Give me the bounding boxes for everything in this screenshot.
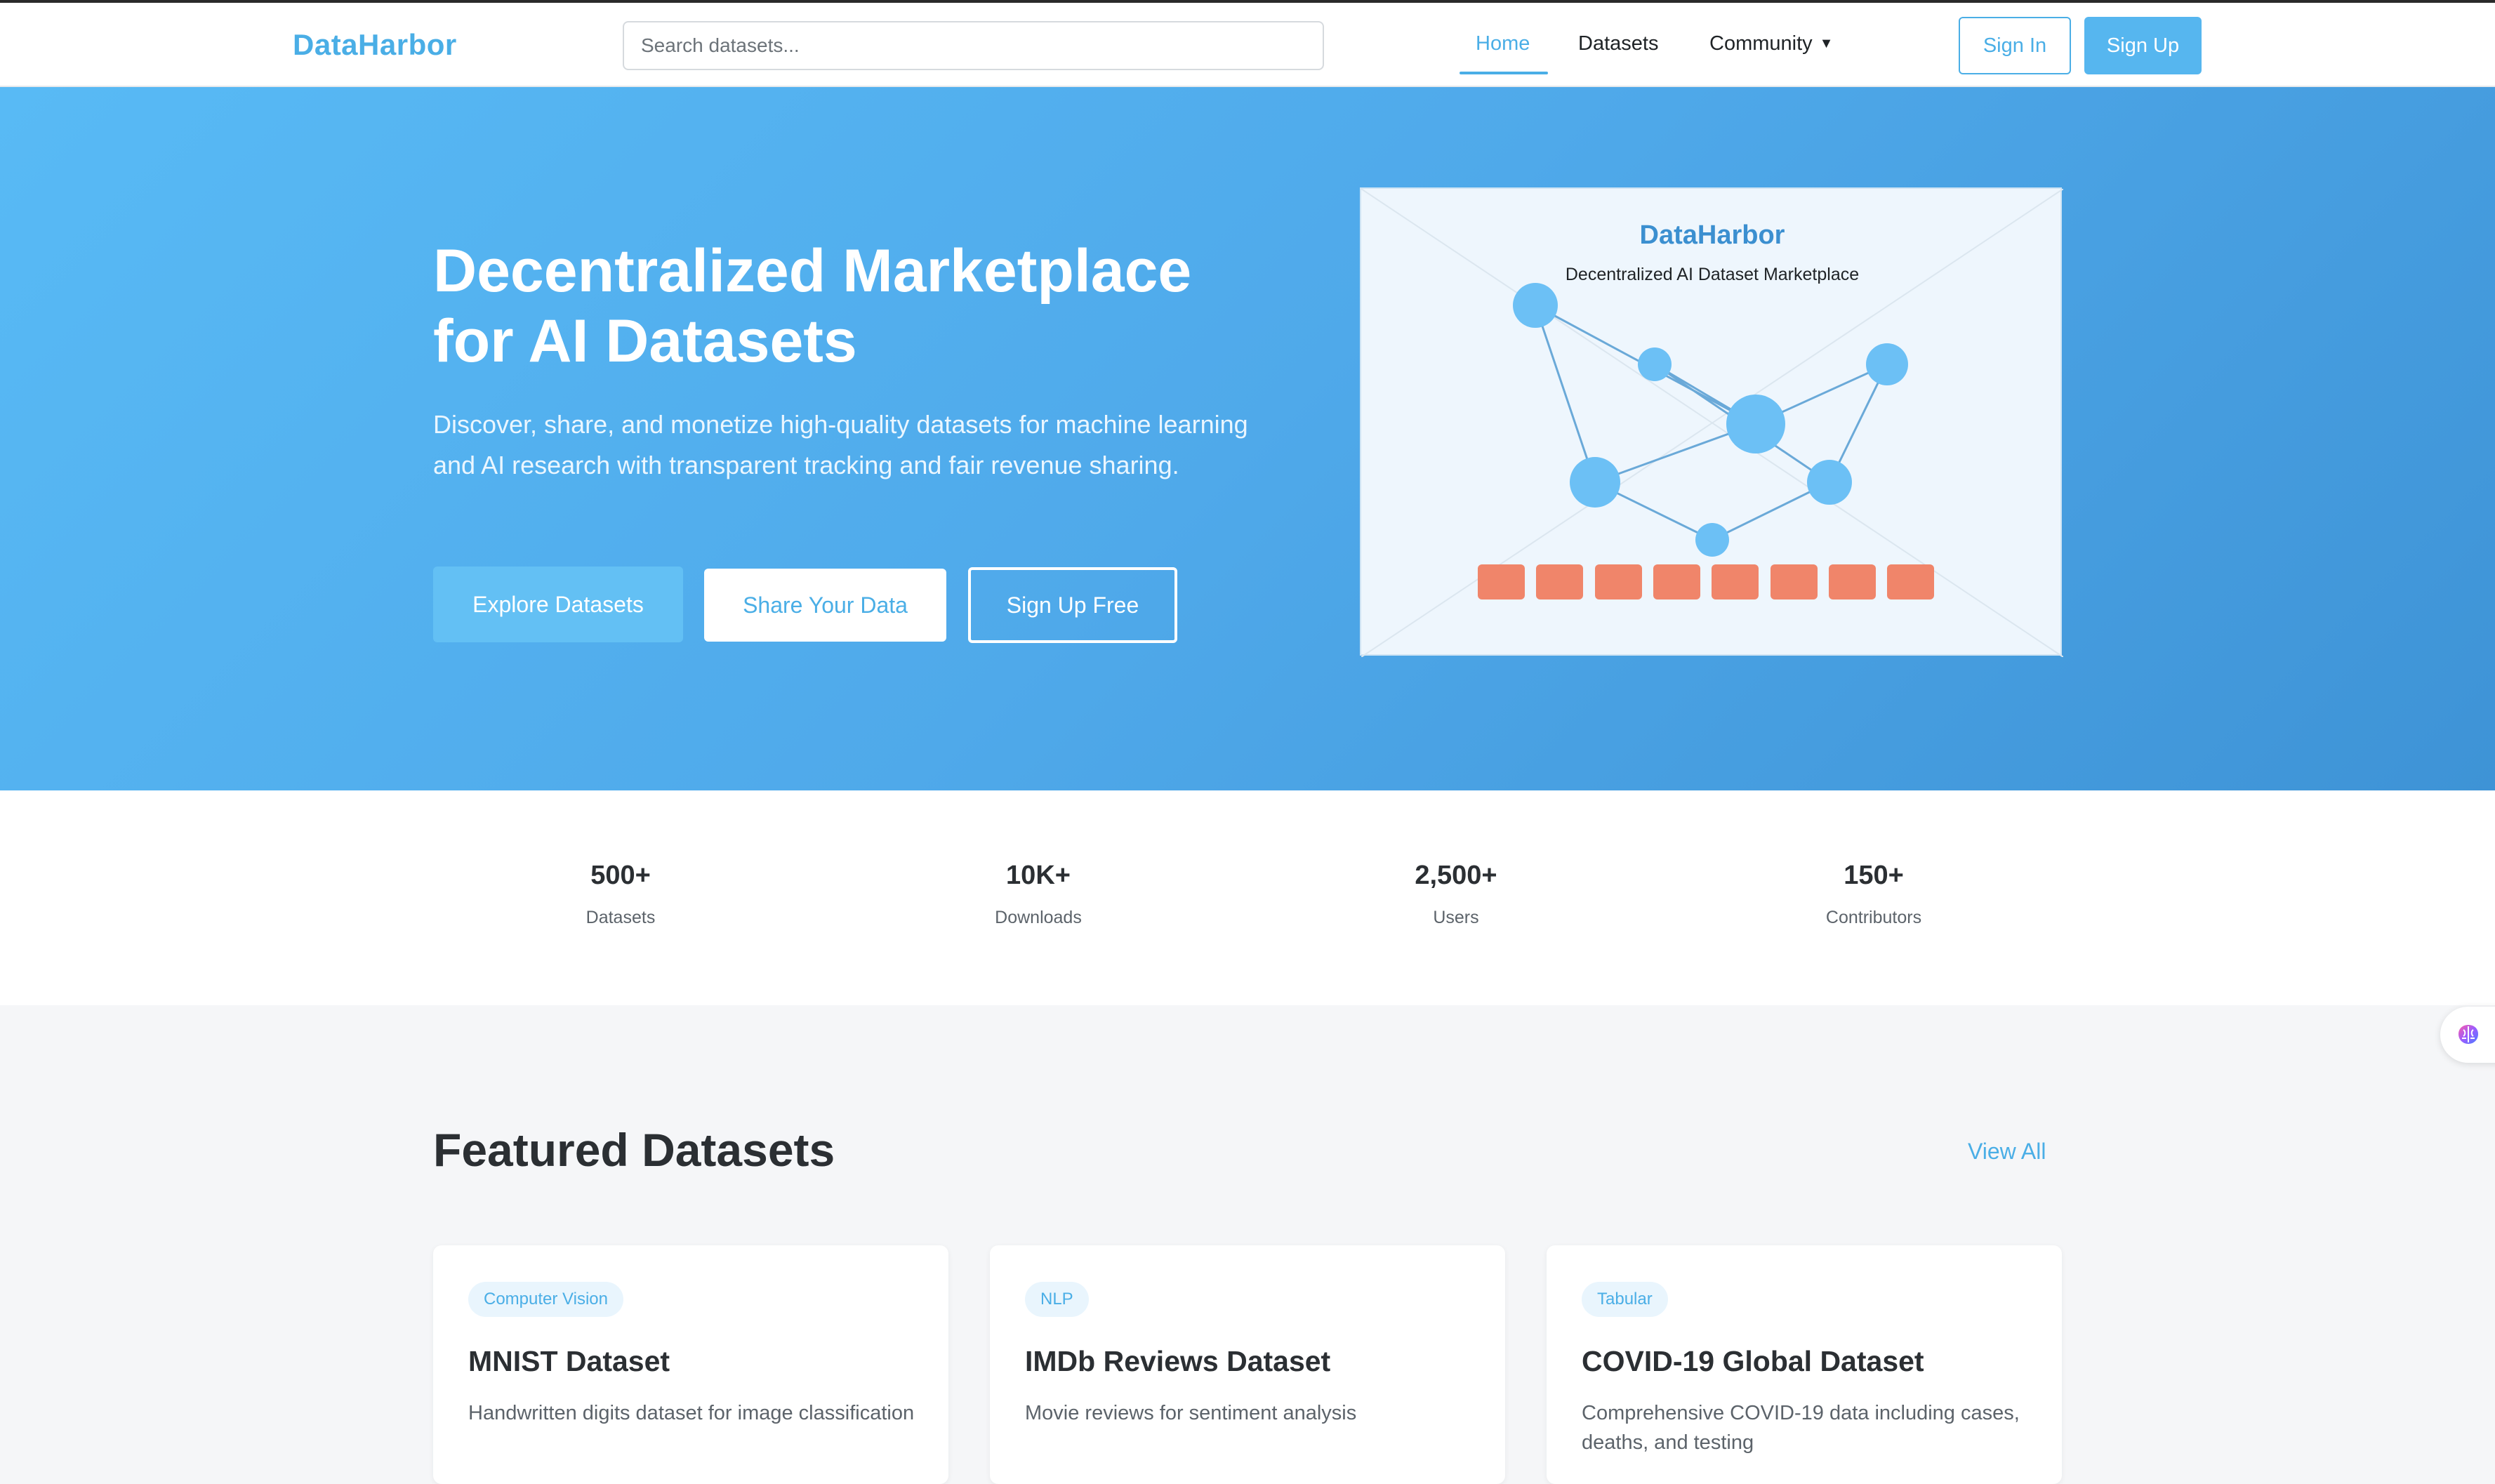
stat-value: 2,500+ (1415, 861, 1497, 890)
network-node (1570, 457, 1620, 508)
data-block (1478, 564, 1525, 599)
share-your-data-button[interactable]: Share Your Data (704, 569, 946, 642)
dataset-card-covid[interactable]: Tabular COVID-19 Global Dataset Comprehe… (1547, 1245, 2062, 1484)
hero-subtitle: Discover, share, and monetize high-quali… (433, 410, 1248, 479)
stat-datasets: 500+ Datasets (515, 861, 726, 928)
network-node (1866, 343, 1908, 385)
nav-datasets-link[interactable]: Datasets (1578, 32, 1658, 55)
nav-community-dropdown[interactable]: Community ▼ (1709, 32, 1833, 55)
stat-value: 500+ (590, 861, 651, 890)
stat-label: Users (1433, 908, 1479, 927)
stat-value: 10K+ (1006, 861, 1071, 890)
data-block (1595, 564, 1642, 599)
network-illustration: DataHarbor Decentralized AI Dataset Mark… (1361, 189, 2063, 657)
stat-value: 150+ (1844, 861, 1904, 890)
data-blocks (1478, 564, 1934, 599)
network-node (1638, 347, 1672, 381)
data-block (1712, 564, 1759, 599)
card-description: Handwritten digits dataset for image cla… (468, 1402, 915, 1424)
card-title[interactable]: MNIST Dataset (468, 1345, 670, 1378)
sign-up-button[interactable]: Sign Up (2084, 17, 2202, 74)
data-block (1771, 564, 1818, 599)
featured-datasets-heading: Featured Datasets (433, 1124, 835, 1176)
search-input[interactable] (623, 21, 1324, 70)
hero-title-line2: for AI Datasets (433, 307, 857, 375)
nav-home-link[interactable]: Home (1476, 32, 1530, 55)
network-node (1807, 460, 1852, 505)
card-description: Comprehensive COVID-19 data including ca… (1582, 1402, 2020, 1454)
stat-downloads: 10K+ Downloads (933, 861, 1144, 928)
category-tag[interactable]: Tabular (1582, 1282, 1668, 1317)
stat-contributors: 150+ Contributors (1768, 861, 1979, 928)
hero-illustration: DataHarbor Decentralized AI Dataset Mark… (1360, 187, 2063, 657)
card-description: Movie reviews for sentiment analysis (1025, 1402, 1357, 1424)
network-node (1695, 523, 1729, 557)
stat-label: Downloads (995, 908, 1082, 927)
data-block (1829, 564, 1876, 599)
nav-active-indicator (1460, 72, 1548, 74)
stat-users: 2,500+ Users (1351, 861, 1561, 928)
brain-icon (2458, 1025, 2478, 1044)
stats-section: 500+ Datasets 10K+ Downloads 2,500+ User… (0, 790, 2495, 1005)
category-tag[interactable]: Computer Vision (468, 1282, 623, 1317)
illustration-title: DataHarbor (1640, 220, 1785, 250)
nav-community-label: Community (1709, 32, 1813, 55)
card-title[interactable]: COVID-19 Global Dataset (1582, 1345, 1924, 1378)
sign-up-free-button[interactable]: Sign Up Free (968, 567, 1177, 643)
data-block (1653, 564, 1700, 599)
category-tag[interactable]: NLP (1025, 1282, 1089, 1317)
card-title[interactable]: IMDb Reviews Dataset (1025, 1345, 1330, 1378)
hero-title: Decentralized Marketplace for AI Dataset… (433, 236, 1276, 376)
explore-datasets-button[interactable]: Explore Datasets (433, 567, 683, 642)
network-node (1513, 283, 1558, 328)
hero-section: Decentralized Marketplace for AI Dataset… (0, 87, 2495, 790)
chevron-down-icon: ▼ (1819, 36, 1834, 51)
dataset-card-mnist[interactable]: Computer Vision MNIST Dataset Handwritte… (433, 1245, 948, 1484)
stat-label: Contributors (1825, 908, 1922, 927)
data-block (1887, 564, 1934, 599)
brand-logo[interactable]: DataHarbor (293, 28, 457, 62)
network-node (1726, 395, 1785, 453)
floating-assistant-button[interactable] (2440, 1007, 2495, 1063)
sign-in-button[interactable]: Sign In (1959, 17, 2071, 74)
navbar: DataHarbor Home Datasets Community ▼ Sign… (0, 3, 2495, 87)
hero-title-line1: Decentralized Marketplace (433, 237, 1192, 305)
illustration-subtitle: Decentralized AI Dataset Marketplace (1566, 265, 1859, 284)
data-block (1536, 564, 1583, 599)
view-all-link[interactable]: View All (1968, 1139, 2046, 1165)
dataset-card-imdb[interactable]: NLP IMDb Reviews Dataset Movie reviews f… (990, 1245, 1505, 1484)
stat-label: Datasets (585, 908, 656, 927)
